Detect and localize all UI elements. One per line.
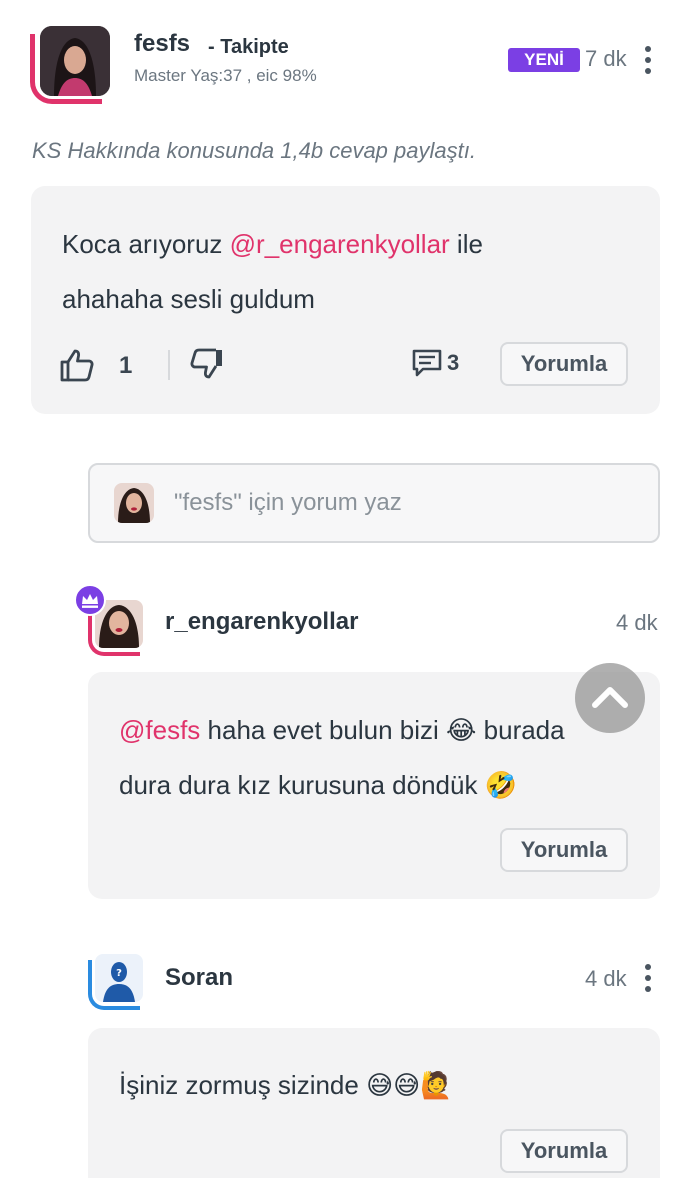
more-vert-icon[interactable]: [642, 46, 652, 76]
post-reply-button[interactable]: Yorumla: [500, 342, 628, 386]
activity-line: KS Hakkında konusunda 1,4b cevap paylaşt…: [32, 138, 476, 163]
like-count: 1: [119, 352, 133, 379]
scroll-to-top-button[interactable]: [575, 663, 645, 733]
crown-icon: [82, 594, 98, 608]
post-time: 7 dk: [585, 46, 627, 71]
svg-text:?: ?: [116, 968, 122, 979]
post-card: Koca arıyoruz @r_engarenkyollar ile ahah…: [31, 186, 660, 414]
post-body-line2: ahahaha sesli guldum: [62, 284, 315, 314]
reply-1-username[interactable]: r_engarenkyollar: [165, 608, 358, 636]
reply-2-header: ? Soran 4 dk: [88, 952, 660, 1012]
reply-2-card: İşiniz zormuş sizinde 😅😅🙋 Yorumla: [88, 1028, 660, 1178]
reply-1-header: r_engarenkyollar 4 dk: [74, 584, 660, 658]
post-header: fesfs - Takipte Master Yaş:37 , eic 98% …: [30, 22, 660, 106]
author-avatar[interactable]: [30, 22, 114, 106]
post-body-text: Koca arıyoruz: [62, 229, 230, 259]
comment-placeholder: "fesfs" için yorum yaz: [174, 489, 402, 516]
follow-status[interactable]: - Takipte: [208, 36, 289, 59]
avatar-photo: [40, 26, 110, 96]
author-username[interactable]: fesfs: [134, 30, 190, 58]
reply-2-line1: İşiniz zormuş sizinde 😅😅🙋: [119, 1070, 453, 1100]
mention-link[interactable]: @r_engarenkyollar: [230, 229, 450, 259]
thumbs-down-icon: [190, 348, 222, 379]
more-vert-icon[interactable]: [642, 964, 652, 994]
like-button[interactable]: [59, 348, 99, 384]
dislike-button[interactable]: [189, 348, 227, 384]
reply-1-line1: @fesfs haha evet bulun bizi 😂 burada: [119, 703, 565, 758]
reply-2-avatar[interactable]: ?: [88, 954, 144, 1010]
new-badge: YENİ: [508, 48, 580, 72]
mention-link[interactable]: @fesfs: [119, 715, 200, 745]
avatar-photo: ?: [95, 954, 143, 1002]
post-body-text: ile: [449, 229, 483, 259]
reply-2-username[interactable]: Soran: [165, 964, 233, 992]
reply-1-reply-button[interactable]: Yorumla: [500, 828, 628, 872]
reply-2-time: 4 dk: [585, 966, 627, 991]
thumbs-up-icon: [60, 349, 94, 382]
reply-2-reply-button[interactable]: Yorumla: [500, 1129, 628, 1173]
current-user-avatar: [114, 483, 154, 523]
comment-count: 3: [447, 350, 460, 375]
reply-1-text: haha evet bulun bizi 😂 burada: [200, 715, 565, 745]
comment-input[interactable]: "fesfs" için yorum yaz: [88, 463, 660, 543]
chevron-up-icon: [592, 687, 628, 708]
reply-1-line2: dura dura kız kurusuna döndük 🤣: [119, 770, 518, 800]
reply-1-time: 4 dk: [616, 610, 658, 635]
comment-icon: [412, 349, 442, 377]
crown-badge: [74, 584, 106, 616]
comments-button[interactable]: 3: [411, 346, 463, 382]
author-meta: Master Yaş:37 , eic 98%: [134, 66, 317, 85]
action-divider: [168, 350, 170, 380]
post-body-line1: Koca arıyoruz @r_engarenkyollar ile: [62, 217, 483, 272]
